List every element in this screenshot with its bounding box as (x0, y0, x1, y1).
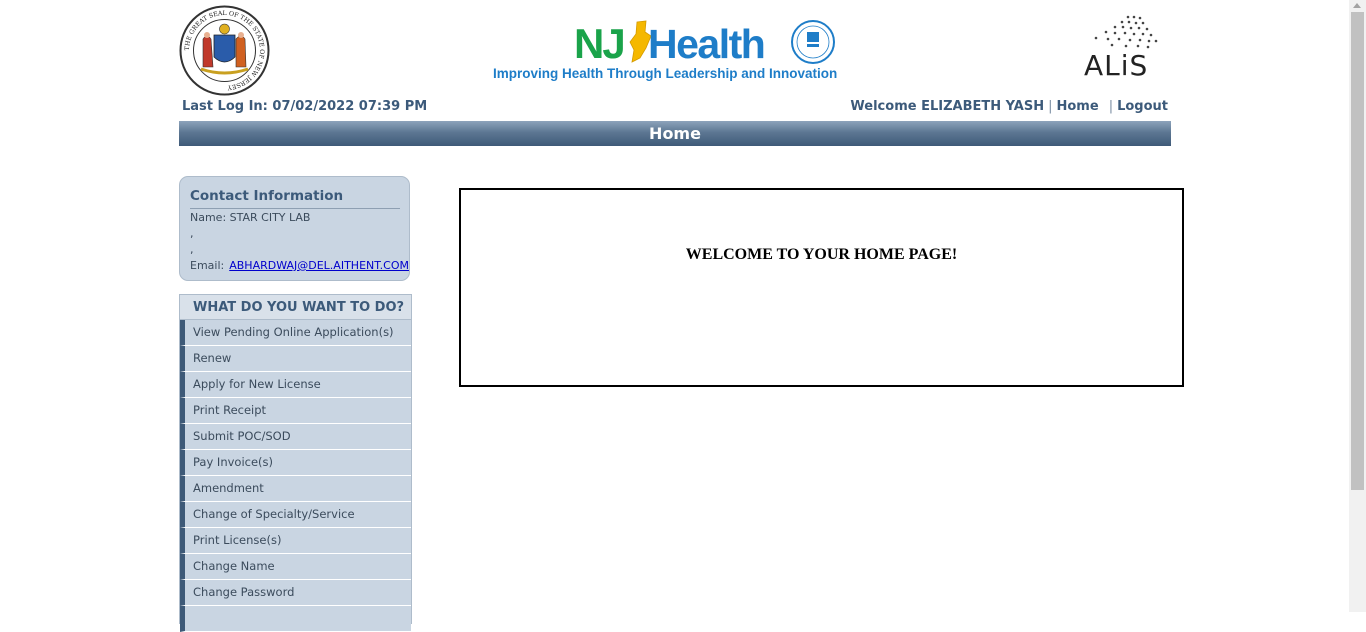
health-brand-text: Health (648, 21, 764, 66)
contact-email-row: Email: ABHARDWAJ@DEL.AITHENT.COM (190, 259, 409, 272)
contact-name: Name: STAR CITY LAB (190, 211, 311, 224)
menu-heading: WHAT DO YOU WANT TO DO? (180, 295, 411, 320)
top-navigation: Welcome ELIZABETH YASH | Home | Logout (850, 99, 1168, 114)
email-link[interactable]: ABHARDWAJ@DEL.AITHENT.COM (229, 259, 409, 272)
contact-address-line-1: , (190, 227, 194, 240)
page: THE GREAT SEAL OF THE STATE OF NEW JERSE… (0, 0, 1349, 632)
menu-item-change-specialty-service[interactable]: Change of Specialty/Service (180, 502, 411, 528)
menu-item-print-receipt[interactable]: Print Receipt (180, 398, 411, 424)
last-login-text: Last Log In: 07/02/2022 07:39 PM (182, 99, 428, 114)
menu-item-view-pending-applications[interactable]: View Pending Online Application(s) (180, 320, 411, 346)
vertical-scrollbar[interactable] (1349, 0, 1366, 612)
menu-item-renew[interactable]: Renew (180, 346, 411, 372)
email-label: Email: (190, 259, 225, 272)
menu-item-more[interactable] (180, 606, 411, 632)
home-link[interactable]: Home (1057, 99, 1099, 114)
scrollbar-thumb[interactable] (1351, 12, 1364, 490)
logout-link[interactable]: Logout (1117, 99, 1168, 114)
welcome-message: WELCOME TO YOUR HOME PAGE! (685, 246, 958, 263)
contact-divider (190, 208, 400, 209)
nj-brand-text: NJ (574, 20, 624, 66)
menu-item-change-password[interactable]: Change Password (180, 580, 411, 606)
menu-item-print-licenses[interactable]: Print License(s) (180, 528, 411, 554)
actions-menu: WHAT DO YOU WANT TO DO? View Pending Onl… (179, 294, 412, 632)
alis-text: ALiS (1084, 49, 1148, 78)
page-title-bar: Home (179, 121, 1171, 146)
contact-heading: Contact Information (190, 188, 344, 204)
page-title: Home (649, 124, 701, 143)
nj-health-logo: NJ Health (574, 20, 835, 66)
scroll-up-arrow-icon[interactable] (1353, 3, 1361, 8)
tagline: Improving Health Through Leadership and … (493, 66, 838, 81)
contact-address-line-2: , (190, 243, 194, 256)
welcome-panel: WELCOME TO YOUR HOME PAGE! (459, 188, 1184, 387)
contact-information-panel: Contact Information Name: STAR CITY LAB … (179, 176, 410, 281)
menu-item-change-name[interactable]: Change Name (180, 554, 411, 580)
welcome-user-text: Welcome ELIZABETH YASH (850, 99, 1045, 114)
menu-item-amendment[interactable]: Amendment (180, 476, 411, 502)
nj-state-seal-logo: THE GREAT SEAL OF THE STATE OF NEW JERSE… (179, 5, 270, 96)
menu-item-pay-invoices[interactable]: Pay Invoice(s) (180, 450, 411, 476)
menu-item-apply-new-license[interactable]: Apply for New License (180, 372, 411, 398)
alis-logo: ALiS (1084, 15, 1158, 78)
menu-item-submit-poc-sod[interactable]: Submit POC/SOD (180, 424, 411, 450)
